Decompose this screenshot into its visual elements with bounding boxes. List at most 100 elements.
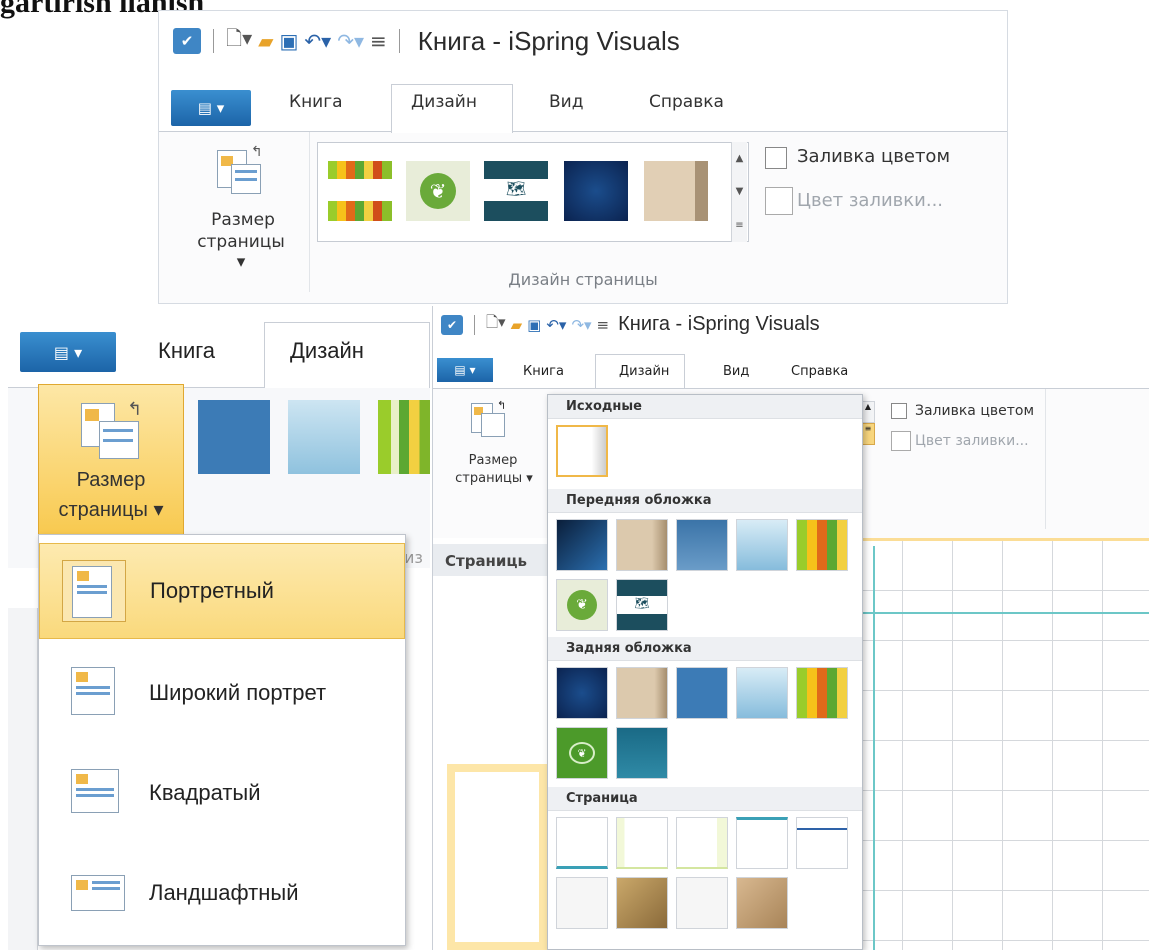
tab-kniga[interactable]: Книга (158, 338, 215, 364)
gallery-expand[interactable]: ≡ (731, 208, 747, 242)
menu-item-wide-portrait[interactable]: Широкий портрет (39, 645, 405, 741)
undo-icon[interactable]: ↶▾ (546, 316, 566, 334)
redo-icon[interactable]: ↷▾ (571, 316, 591, 334)
menu-item-square[interactable]: Квадратый (39, 745, 405, 841)
page-size-button-line1[interactable]: Размер (203, 210, 283, 230)
quick-access-toolbar: ✔ 🗋▾ ▰ ▣ ↶▾ ↷▾ ≡ Книга - iSpring Visuals (159, 11, 1007, 71)
tab-dizain[interactable]: Дизайн (411, 92, 477, 112)
tab-spravka[interactable]: Справка (791, 364, 848, 379)
design-thumb-world-map[interactable]: 🗺 (484, 161, 548, 221)
fill-color-checkbox[interactable] (891, 403, 907, 419)
page-size-button-line1: Размер (76, 469, 146, 491)
menu-item-label: Квадратый (149, 780, 261, 805)
tab-spravka[interactable]: Справка (649, 92, 724, 112)
gallery-expand[interactable]: ≡ (861, 423, 875, 445)
page-thumb[interactable] (616, 877, 668, 929)
page-thumb[interactable] (736, 817, 788, 869)
landscape-icon (71, 875, 125, 911)
front-cover-thumb[interactable] (556, 519, 608, 571)
back-cover-thumb[interactable] (796, 667, 848, 719)
left-panel (8, 608, 38, 950)
page-thumb[interactable] (676, 877, 728, 929)
ribbon-tabs: ▤ ▾ Книга Дизайн (8, 308, 430, 389)
page-thumb[interactable] (796, 817, 848, 869)
gallery-scroll-down[interactable]: ▼ (731, 175, 747, 208)
front-cover-thumb[interactable] (616, 519, 668, 571)
tab-vid[interactable]: Вид (549, 92, 583, 112)
open-folder-icon[interactable]: ▰ (511, 316, 523, 334)
redo-icon[interactable]: ↷▾ (337, 29, 364, 53)
file-menu-button[interactable]: ▤ ▾ (437, 358, 493, 382)
design-thumb-default[interactable] (556, 425, 608, 477)
section-header-defaults: Исходные (548, 395, 862, 419)
page-size-icon[interactable]: ↰ (471, 399, 511, 439)
new-document-icon[interactable]: 🗋▾ (226, 24, 252, 58)
design-thumb-beige[interactable] (644, 161, 708, 221)
file-menu-button[interactable]: ▤ ▾ (171, 90, 251, 126)
portrait-icon (72, 566, 112, 618)
tab-dizain[interactable]: Дизайн (619, 364, 669, 379)
save-icon[interactable]: ▣ (280, 29, 299, 53)
page-thumb[interactable] (736, 877, 788, 929)
design-thumb-leaf[interactable]: ❦ (406, 161, 470, 221)
customize-toolbar-icon[interactable]: ≡ (370, 29, 387, 53)
page-size-button-line2[interactable]: страницы ▾ (447, 471, 541, 486)
front-cover-thumb[interactable] (676, 519, 728, 571)
back-cover-thumb[interactable] (616, 667, 668, 719)
back-cover-thumb-leaf[interactable]: ❦ (556, 727, 608, 779)
page-size-button-line2[interactable]: страницы ▾ (191, 232, 291, 272)
design-thumb-blue[interactable] (198, 400, 270, 474)
undo-icon[interactable]: ↶▾ (304, 29, 331, 53)
page-thumbnail[interactable] (447, 764, 547, 950)
design-thumb-stripes[interactable] (328, 161, 392, 221)
menu-item-portrait[interactable]: Портретный (39, 543, 405, 639)
design-thumb-dark-blue[interactable] (564, 161, 628, 221)
file-menu-button[interactable]: ▤ ▾ (20, 332, 116, 372)
page-size-menu: Портретный Широкий портрет Квадратый Лан… (38, 534, 406, 946)
guide-line-horizontal (853, 612, 1149, 614)
front-cover-thumb-leaf[interactable]: ❦ (556, 579, 608, 631)
ribbon-screenshot-menu: ▤ ▾ Книга Дизайн ↰ Размер страницы ▾ из … (8, 308, 430, 950)
page-size-button[interactable]: ↰ Размер страницы ▾ (38, 384, 184, 538)
app-icon[interactable]: ✔ (441, 314, 463, 335)
back-cover-thumb[interactable] (676, 667, 728, 719)
ribbon-tabs: ▤ ▾ Книга Дизайн Вид Справка (159, 84, 1007, 133)
page-thumb[interactable] (556, 877, 608, 929)
pages-panel-header: Страниць (433, 544, 547, 576)
menu-item-landscape[interactable]: Ландшафтный (39, 845, 405, 941)
page-thumb[interactable] (616, 817, 668, 869)
page-size-button-line2: страницы ▾ (58, 499, 164, 521)
new-document-icon[interactable]: 🗋▾ (486, 312, 506, 337)
tab-dizain[interactable]: Дизайн (290, 338, 364, 364)
app-icon[interactable]: ✔ (173, 28, 201, 54)
open-folder-icon[interactable]: ▰ (258, 29, 273, 53)
separator (1045, 389, 1046, 529)
tab-kniga[interactable]: Книга (523, 364, 564, 379)
design-thumb-green-stripes[interactable] (378, 400, 430, 474)
page-thumb[interactable] (556, 817, 608, 869)
save-icon[interactable]: ▣ (527, 316, 541, 334)
separator (213, 29, 214, 53)
partial-label: из (404, 548, 423, 567)
page-thumb[interactable] (676, 817, 728, 869)
front-cover-thumb-map[interactable]: 🗺 (616, 579, 668, 631)
back-cover-thumb[interactable] (616, 727, 668, 779)
tab-vid[interactable]: Вид (723, 364, 749, 379)
page-size-button-line1[interactable]: Размер (457, 453, 529, 468)
customize-toolbar-icon[interactable]: ≡ (597, 316, 610, 334)
gallery-scroll-up[interactable]: ▲ (731, 142, 747, 175)
fill-color-checkbox[interactable] (765, 147, 787, 169)
ribbon-panel: ↰ Размер страницы ▾ ❦ 🗺 ▲ ▼ ≡ Заливка цв… (159, 131, 1007, 303)
front-cover-thumb[interactable] (736, 519, 788, 571)
design-thumb-light-blue[interactable] (288, 400, 360, 474)
back-cover-thumb[interactable] (556, 667, 608, 719)
fill-color-picker-label: Цвет заливки... (797, 190, 944, 211)
front-cover-thumb[interactable] (796, 519, 848, 571)
back-cover-thumb[interactable] (736, 667, 788, 719)
group-label: Дизайн страницы (508, 270, 658, 289)
tab-kniga[interactable]: Книга (289, 92, 343, 112)
ribbon-tabs: ▤ ▾ Книга Дизайн Вид Справка (433, 352, 1149, 389)
gallery-scroll-up[interactable]: ▲ (861, 401, 875, 423)
page-size-icon[interactable]: ↰ (217, 144, 267, 196)
canvas-grid[interactable] (853, 541, 1149, 950)
